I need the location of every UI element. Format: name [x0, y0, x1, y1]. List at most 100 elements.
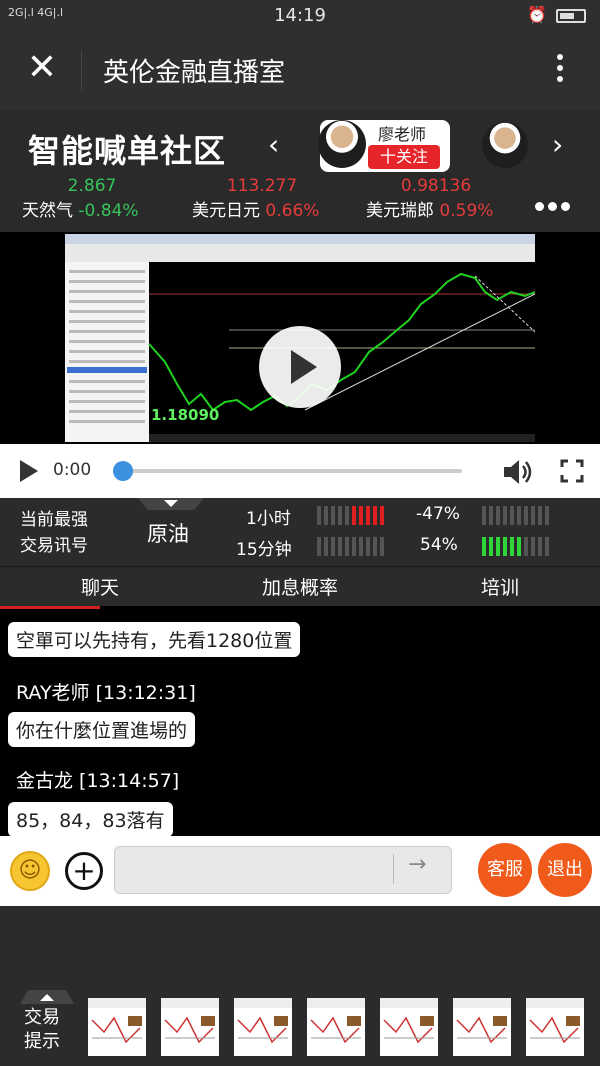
signal-bar — [331, 506, 335, 525]
tab-chat[interactable]: 聊天 — [40, 573, 160, 600]
play-button[interactable] — [259, 326, 341, 408]
quote-change: 0.66% — [265, 201, 320, 221]
tab-training[interactable]: 培训 — [440, 573, 560, 600]
tab-rate-probability[interactable]: 加息概率 — [240, 573, 360, 600]
chevron-left-icon[interactable]: ‹ — [268, 128, 279, 161]
signal-bar — [366, 537, 370, 556]
playback-time: 0:00 — [53, 460, 92, 480]
chat-author: 金古龙 [13:14:57] — [16, 770, 180, 792]
trade-tips-label[interactable]: 交易 提示 — [24, 1006, 60, 1054]
tab-bar: 聊天 加息概率 培训 — [0, 566, 600, 607]
signal-bar — [317, 537, 321, 556]
trade-tip-thumbnail[interactable] — [307, 998, 365, 1056]
progress-handle[interactable] — [113, 461, 133, 481]
signal-bar — [345, 506, 349, 525]
divider — [393, 854, 394, 884]
teacher-avatar-next[interactable] — [482, 122, 528, 168]
teacher-avatar[interactable] — [318, 120, 366, 168]
signal-bar — [338, 506, 342, 525]
video-player[interactable]: 1.18090 — [0, 232, 600, 444]
signal-bar — [524, 537, 528, 556]
signal-bar — [489, 506, 493, 525]
signal-bar — [331, 537, 335, 556]
trade-tip-thumbnail[interactable] — [234, 998, 292, 1056]
progress-bar[interactable] — [122, 469, 462, 473]
play-icon[interactable] — [20, 460, 38, 482]
signal-bar — [531, 506, 535, 525]
input-bar: ☺ + → 客服 退出 — [0, 836, 600, 906]
battery-icon — [556, 9, 586, 23]
trade-tip-thumbnail[interactable] — [161, 998, 219, 1056]
teacher-name: 廖老师 — [378, 125, 427, 144]
signal-bar — [482, 537, 486, 556]
close-icon[interactable]: ✕ — [22, 48, 62, 88]
customer-service-button[interactable]: 客服 — [478, 843, 532, 897]
volume-icon[interactable] — [502, 457, 536, 487]
chat-message: 你在什麼位置進場的 — [8, 712, 196, 747]
signal-bar — [545, 537, 549, 556]
quote-value: 2.867 — [67, 176, 117, 196]
signal-bar — [324, 537, 328, 556]
message-input[interactable] — [114, 846, 452, 894]
price-label: 1.18090 — [151, 406, 220, 424]
trade-tips-line: 提示 — [24, 1031, 60, 1052]
chevron-right-icon[interactable]: › — [552, 128, 563, 161]
signal-bar — [380, 506, 384, 525]
title-bar: ✕ 英伦金融直播室 — [0, 32, 600, 110]
brand-title: 智能喊单社区 — [28, 132, 227, 170]
trade-tip-thumbnail[interactable] — [526, 998, 584, 1056]
signal-bar — [324, 506, 328, 525]
quote-item[interactable]: 2.867 天然气 -0.84% — [22, 176, 162, 221]
more-menu-icon[interactable] — [551, 50, 569, 90]
quote-name: 天然气 — [22, 201, 73, 221]
community-header: 智能喊单社区 ‹ 廖老师 十关注 › 2.867 天然气 -0.84% 113.… — [0, 110, 600, 232]
fullscreen-icon[interactable] — [560, 459, 584, 483]
emoji-icon[interactable]: ☺ — [10, 851, 50, 891]
signal-bar — [538, 537, 542, 556]
signal-bar — [373, 537, 377, 556]
status-bar: 2G|.l 4G|.l 14:19 ⏰ — [0, 0, 600, 32]
quote-item[interactable]: 0.98136 美元瑞郎 0.59% — [366, 176, 506, 221]
chat-message: 85，84，83落有 — [8, 802, 173, 836]
signal-bar — [538, 506, 542, 525]
signal-bar — [524, 506, 528, 525]
video-controls: 0:00 — [0, 444, 600, 498]
quote-value: 113.277 — [226, 176, 298, 196]
signal-strength-bars — [482, 537, 549, 556]
send-icon[interactable]: → — [408, 852, 426, 877]
chat-list[interactable]: 空單可以先持有，先看1280位置 RAY老师 [13:12:31] 你在什麼位置… — [0, 606, 600, 836]
trade-tip-thumbnail[interactable] — [88, 998, 146, 1056]
signal-strength-bars — [317, 537, 384, 556]
signal-bar — [352, 537, 356, 556]
add-icon[interactable]: + — [65, 852, 103, 890]
trade-tips-bar: 交易 提示 — [0, 906, 600, 1066]
quote-item[interactable]: 113.277 美元日元 0.66% — [192, 176, 332, 221]
chevron-up-icon[interactable] — [20, 990, 74, 1004]
signal-strength-bars — [482, 506, 549, 525]
signal-panel: 当前最强 交易讯号 原油 1小时 -47% 15分钟 54% — [0, 498, 600, 566]
signal-bar — [352, 506, 356, 525]
signal-percent: -47% — [416, 504, 460, 524]
signal-bar — [496, 506, 500, 525]
quote-change: -0.84% — [78, 201, 139, 221]
active-tab-indicator — [0, 606, 100, 609]
signal-bar — [510, 506, 514, 525]
chat-author: RAY老师 [13:12:31] — [16, 682, 196, 704]
trade-tip-thumbnail[interactable] — [453, 998, 511, 1056]
quote-name: 美元日元 — [192, 201, 260, 221]
signal-bar — [503, 506, 507, 525]
signal-bar — [545, 506, 549, 525]
more-quotes-icon[interactable] — [535, 196, 574, 215]
chat-message: 空單可以先持有，先看1280位置 — [8, 622, 301, 657]
signal-bar — [482, 506, 486, 525]
follow-button[interactable]: 十关注 — [368, 145, 440, 169]
chevron-down-icon[interactable] — [138, 498, 204, 510]
trade-tips-line: 交易 — [24, 1007, 60, 1028]
exit-button[interactable]: 退出 — [538, 843, 592, 897]
signal-bar — [517, 506, 521, 525]
signal-bar — [380, 537, 384, 556]
divider — [81, 50, 82, 90]
signal-bar — [373, 506, 377, 525]
trade-tip-thumbnail[interactable] — [380, 998, 438, 1056]
signal-product[interactable]: 原油 — [147, 518, 189, 548]
